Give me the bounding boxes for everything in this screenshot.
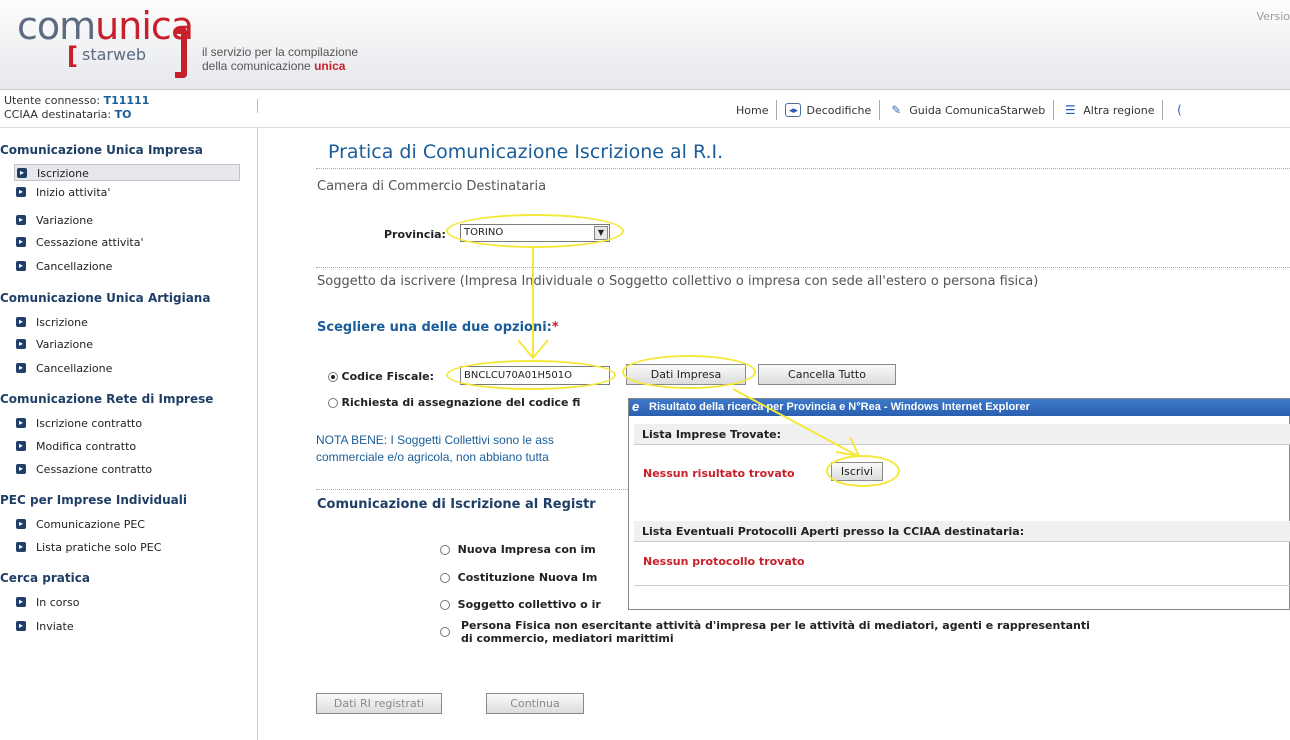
annotation-arrows xyxy=(517,248,861,458)
